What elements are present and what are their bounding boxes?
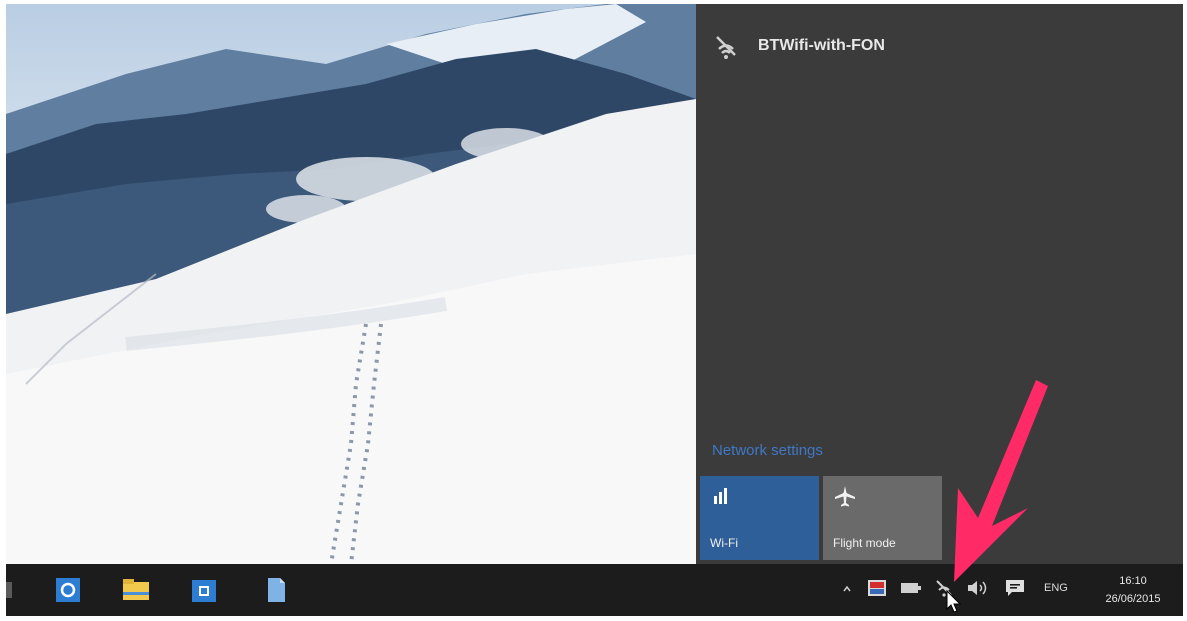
document-icon — [265, 576, 287, 609]
wifi-tile-label: Wi-Fi — [710, 536, 738, 550]
tray-security-app[interactable] — [866, 564, 888, 616]
wifi-signal-icon — [706, 26, 746, 66]
start-button-edge[interactable] — [6, 582, 12, 598]
annotation-arrow-icon — [936, 376, 1056, 591]
clock-time: 16:10 — [1119, 575, 1147, 587]
flight-tile-label: Flight mode — [833, 536, 896, 550]
show-hidden-icons-chevron[interactable] — [842, 564, 852, 616]
clock-date: 26/06/2015 — [1105, 593, 1161, 605]
airplane-icon — [833, 484, 859, 510]
mouse-cursor-icon — [946, 589, 962, 616]
store-icon — [190, 576, 218, 609]
flight-mode-tile[interactable]: Flight mode — [823, 476, 942, 560]
taskbar-app-store[interactable] — [186, 574, 222, 610]
battery-icon — [900, 581, 922, 600]
network-settings-link[interactable]: Network settings — [712, 442, 823, 459]
desktop-wallpaper — [6, 4, 696, 564]
wifi-icon — [710, 484, 736, 510]
shield-icon — [866, 577, 888, 604]
wifi-network-name: BTWifi-with-FON — [758, 37, 885, 54]
taskbar-app-internet-explorer[interactable] — [50, 574, 86, 610]
chevron-up-icon — [842, 581, 852, 599]
internet-explorer-icon — [54, 576, 82, 609]
tray-battery[interactable] — [900, 564, 922, 616]
folder-icon — [121, 576, 151, 609]
wifi-toggle-tile[interactable]: Wi-Fi — [700, 476, 819, 560]
system-clock[interactable]: 16:10 26/06/2015 — [1088, 572, 1178, 608]
screen: BTWifi-with-FON Network settings Wi-Fi F… — [6, 4, 1183, 616]
wifi-network-item[interactable]: BTWifi-with-FON — [706, 16, 1166, 76]
taskbar-app-file-explorer[interactable] — [118, 574, 154, 610]
taskbar-app-document[interactable] — [258, 574, 294, 610]
